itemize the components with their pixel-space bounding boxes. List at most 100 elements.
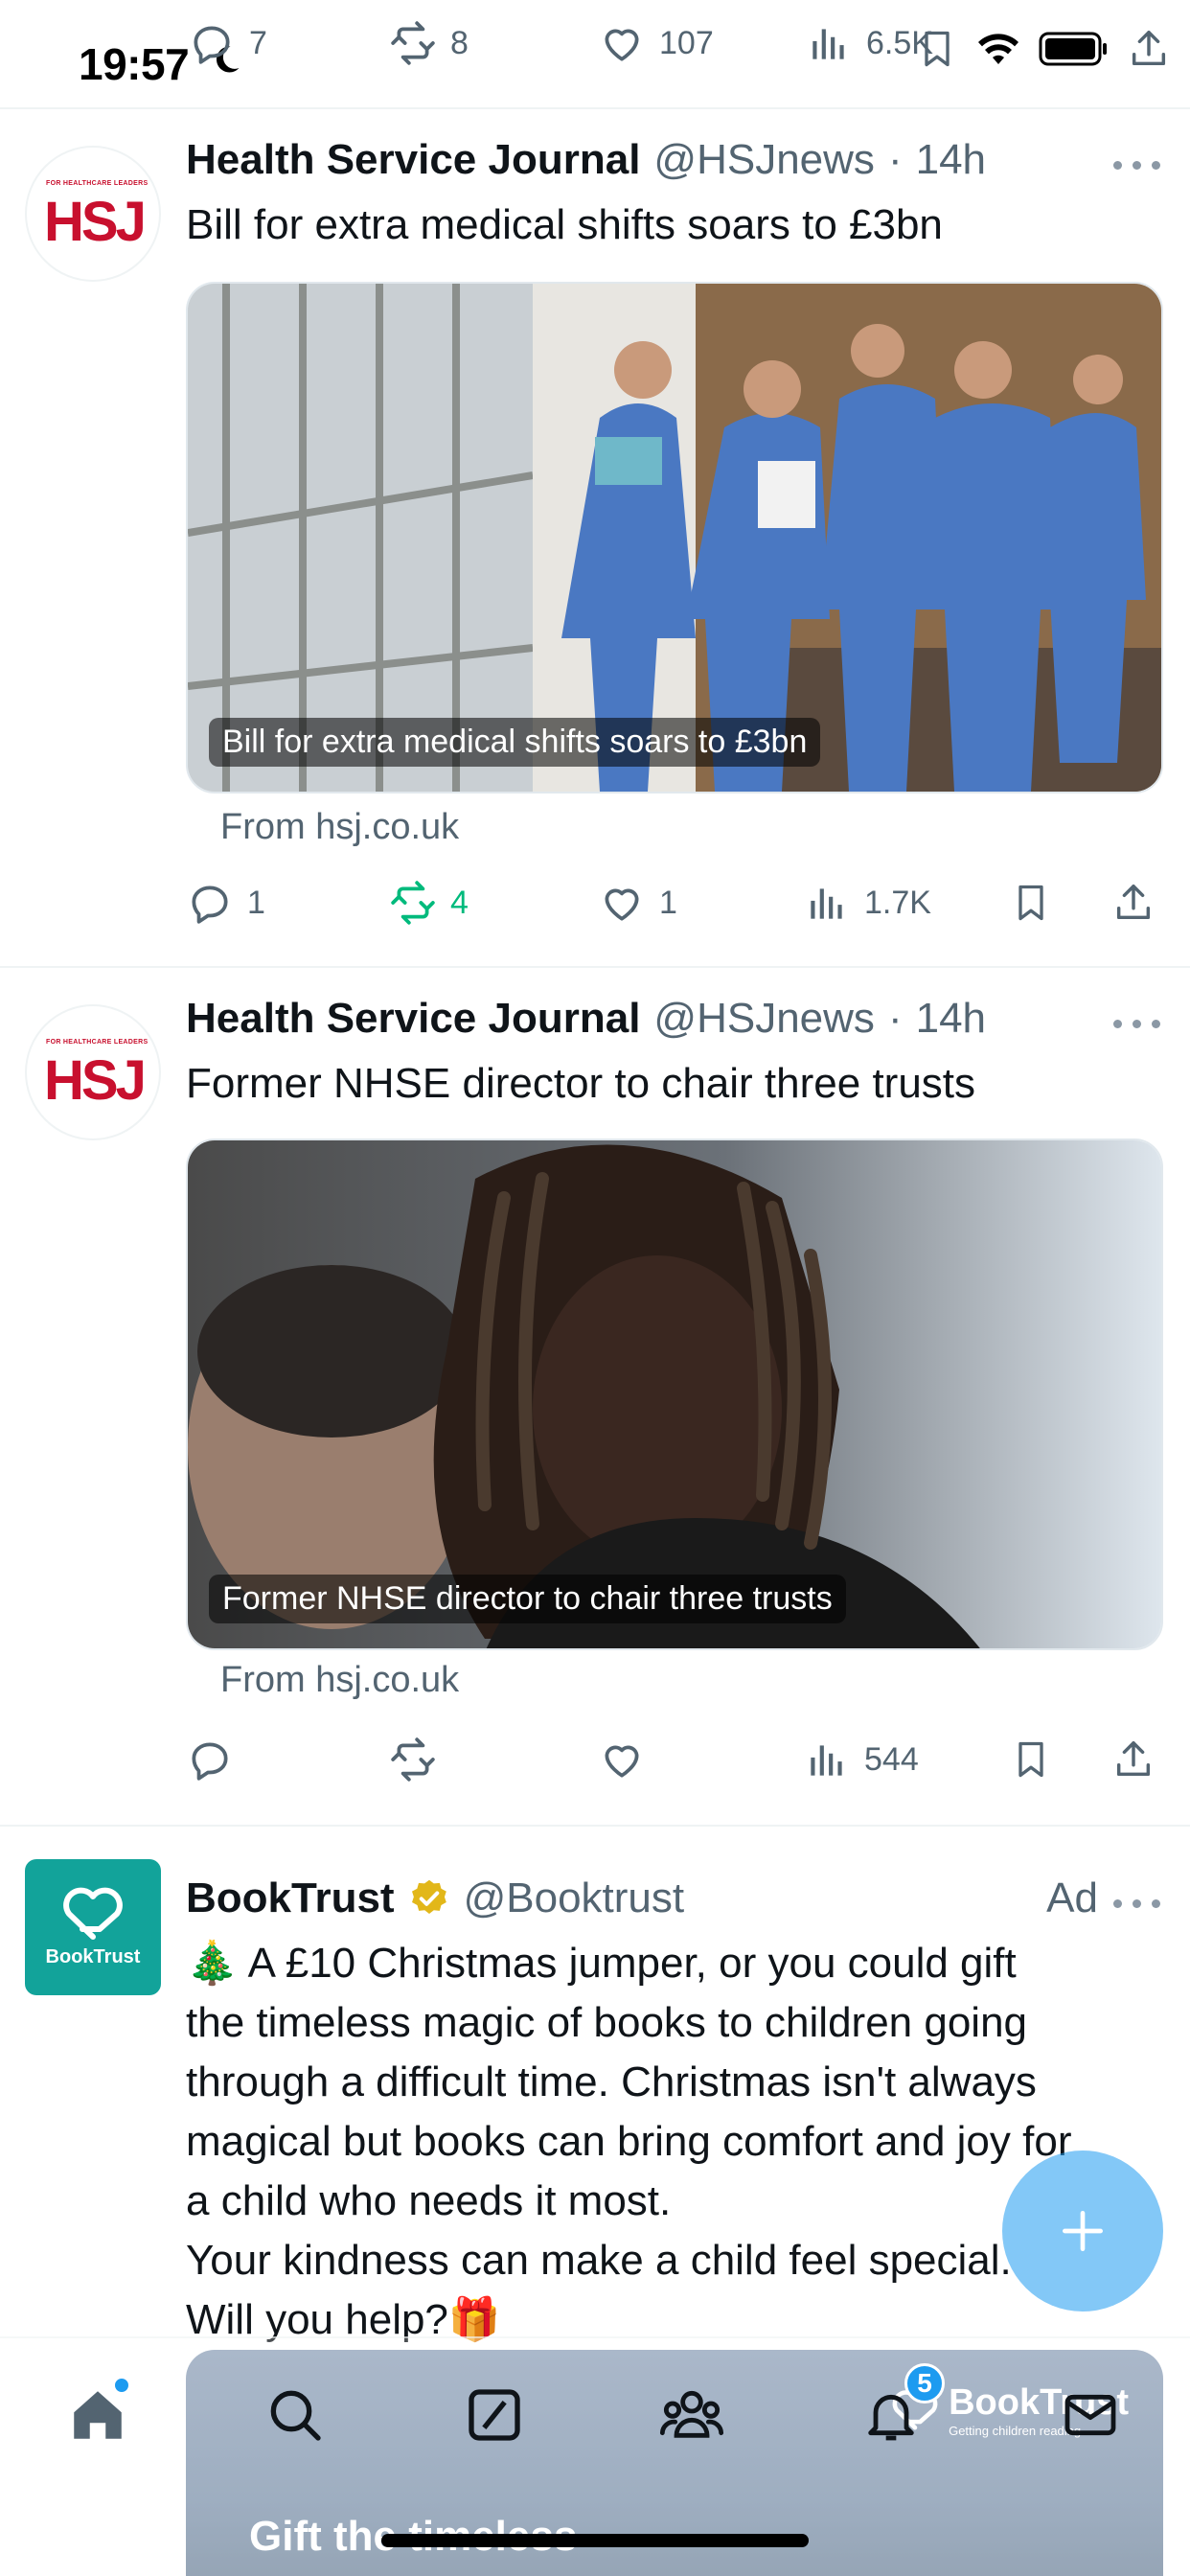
reply-icon <box>188 19 236 67</box>
top-like-action[interactable]: 107 <box>598 19 714 67</box>
views-icon <box>803 879 851 927</box>
card-caption: Bill for extra medical shifts soars to £… <box>209 718 821 767</box>
compose-fab-button[interactable] <box>1002 2150 1163 2312</box>
like-count: 1 <box>659 884 677 921</box>
heart-icon <box>598 1736 646 1783</box>
handle[interactable]: @Booktrust <box>464 1874 685 1922</box>
booktrust-avatar-label: BookTrust <box>45 1945 141 1967</box>
plus-icon <box>1056 2204 1110 2258</box>
tweet-actions: 544 <box>186 1731 1173 1788</box>
bookmark-icon <box>1010 1736 1052 1783</box>
ad-text: 🎄 A £10 Christmas jumper, or you could g… <box>186 1934 1163 2350</box>
avatar[interactable]: FOR HEALTHCARE LEADERS HSJ <box>25 146 161 282</box>
more-options-icon[interactable] <box>1113 157 1161 172</box>
hsj-logo: FOR HEALTHCARE LEADERS HSJ <box>44 1039 149 1112</box>
views-count: 1.7K <box>864 884 931 921</box>
notifications-badge: 5 <box>904 2363 945 2404</box>
bookmark-icon[interactable] <box>916 25 958 73</box>
more-options-icon[interactable] <box>1113 1016 1161 1031</box>
tweet-header: Health Service Journal @HSJnews · 14h <box>186 995 986 1043</box>
top-views-action[interactable]: 6.5K <box>805 19 933 67</box>
timestamp[interactable]: 14h <box>916 995 986 1043</box>
views-icon <box>805 19 853 67</box>
separator: · <box>887 995 903 1042</box>
card-source[interactable]: From hsj.co.uk <box>220 1660 459 1701</box>
more-options-icon[interactable] <box>1113 1896 1161 1911</box>
share-icon <box>1111 879 1156 927</box>
ad-text-line: magical but books can bring comfort and … <box>186 2118 1072 2165</box>
share-icon <box>1111 1736 1156 1783</box>
repost-icon <box>389 879 437 927</box>
home-unread-dot <box>113 2377 130 2394</box>
status-time: 19:57 <box>79 39 190 89</box>
verified-badge-icon <box>408 1877 450 1920</box>
share-button[interactable] <box>1111 1731 1156 1788</box>
bookmark-button[interactable] <box>1010 1731 1052 1788</box>
reply-icon <box>186 1736 234 1783</box>
wifi-icon <box>975 32 1021 66</box>
battery-icon <box>1039 32 1110 66</box>
top-reply-count: 7 <box>249 24 267 61</box>
views-button[interactable]: 1.7K <box>803 874 931 932</box>
tweet[interactable]: FOR HEALTHCARE LEADERS HSJ Health Servic… <box>0 109 1190 968</box>
card-caption: Former NHSE director to chair three trus… <box>209 1575 846 1623</box>
views-button[interactable]: 544 <box>803 1731 919 1788</box>
reply-icon <box>186 879 234 927</box>
nav-grok[interactable] <box>456 2377 533 2453</box>
timestamp[interactable]: 14h <box>916 136 986 184</box>
repost-button[interactable] <box>389 1731 450 1788</box>
status-bar: 19:57 7 8 107 6.5K <box>0 0 1190 109</box>
heart-icon <box>598 879 646 927</box>
communities-icon <box>658 2384 725 2446</box>
mail-icon <box>1060 2384 1121 2446</box>
display-name[interactable]: Health Service Journal <box>186 136 640 184</box>
top-repost-action[interactable]: 8 <box>389 19 469 67</box>
reply-button[interactable] <box>186 1731 247 1788</box>
link-card[interactable]: Former NHSE director to chair three trus… <box>186 1138 1163 1650</box>
status-right-icons <box>916 25 1171 73</box>
ad-text-line: through a difficult time. Christmas isn'… <box>186 2058 1037 2105</box>
bookmark-icon <box>1010 879 1052 927</box>
ad-label: Ad <box>1046 1874 1098 1921</box>
bookmark-button[interactable] <box>1010 874 1052 932</box>
handle[interactable]: @HSJnews <box>653 995 875 1043</box>
grok-icon <box>464 2384 525 2446</box>
top-reply-action[interactable]: 7 <box>188 19 267 67</box>
views-icon <box>803 1736 851 1783</box>
display-name[interactable]: Health Service Journal <box>186 995 640 1043</box>
card-source[interactable]: From hsj.co.uk <box>220 807 459 848</box>
handle[interactable]: @HSJnews <box>653 136 875 184</box>
nav-search[interactable] <box>257 2377 333 2453</box>
booktrust-avatar[interactable]: BookTrust <box>25 1859 161 1995</box>
display-name[interactable]: BookTrust <box>186 1874 395 1922</box>
reply-count: 1 <box>247 884 265 921</box>
like-button[interactable] <box>598 1731 659 1788</box>
tweet[interactable]: FOR HEALTHCARE LEADERS HSJ Health Servic… <box>0 968 1190 1827</box>
separator: · <box>887 136 903 183</box>
like-button[interactable]: 1 <box>598 874 677 932</box>
top-like-count: 107 <box>659 24 714 61</box>
avatar[interactable]: FOR HEALTHCARE LEADERS HSJ <box>25 1004 161 1140</box>
views-count: 544 <box>864 1740 919 1778</box>
top-repost-count: 8 <box>450 24 469 61</box>
tweet-actions: 1 4 1 1.7K <box>186 874 1173 932</box>
link-card[interactable]: Bill for extra medical shifts soars to £… <box>186 282 1163 794</box>
nav-communities[interactable] <box>653 2377 730 2453</box>
repost-icon <box>389 19 437 67</box>
reply-button[interactable]: 1 <box>186 874 265 932</box>
ad-text-line: the timeless magic of books to children … <box>186 1999 1028 2046</box>
search-icon <box>264 2384 326 2446</box>
heart-book-icon <box>61 1887 125 1941</box>
home-indicator <box>381 2534 809 2547</box>
heart-icon <box>598 19 646 67</box>
nav-messages[interactable] <box>1052 2377 1129 2453</box>
hsj-logo: FOR HEALTHCARE LEADERS HSJ <box>44 180 149 253</box>
share-icon[interactable] <box>1127 25 1171 73</box>
tweet-text: Former NHSE director to chair three trus… <box>186 1060 976 1107</box>
repost-count: 4 <box>450 884 469 921</box>
repost-button[interactable]: 4 <box>389 874 469 932</box>
tweet-header: Health Service Journal @HSJnews · 14h <box>186 136 986 184</box>
ad-text-line: 🎄 A £10 Christmas jumper, or you could g… <box>186 1940 1017 1987</box>
repost-icon <box>389 1736 437 1783</box>
share-button[interactable] <box>1111 874 1156 932</box>
